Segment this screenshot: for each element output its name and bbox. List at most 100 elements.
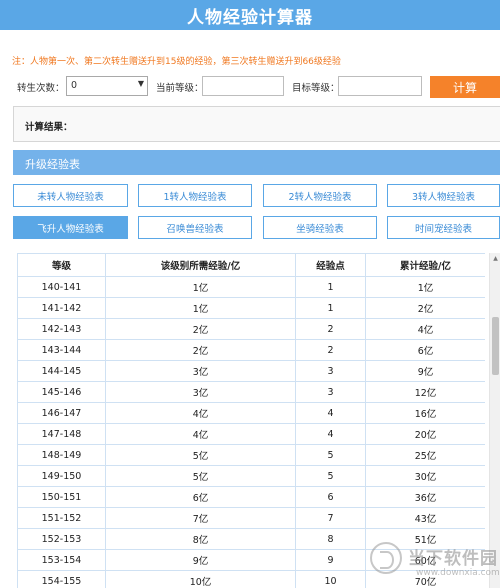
cell-level: 146-147 xyxy=(17,402,106,424)
table-row: 142-143 2亿 2 4亿 xyxy=(17,318,485,340)
tab-unrebirth[interactable]: 未转人物经验表 xyxy=(13,184,128,207)
cell-level: 144-145 xyxy=(17,360,106,382)
tab-rebirth-2[interactable]: 2转人物经验表 xyxy=(263,184,377,207)
cell-exp-points: 9 xyxy=(295,549,366,571)
cell-required-exp: 10亿 xyxy=(105,570,296,588)
cell-exp-points: 3 xyxy=(295,381,366,403)
cell-required-exp: 4亿 xyxy=(105,402,296,424)
cell-exp-points: 10 xyxy=(295,570,366,588)
cell-required-exp: 8亿 xyxy=(105,528,296,550)
cell-level: 142-143 xyxy=(17,318,106,340)
rebirth-select-value: 0 xyxy=(71,80,78,91)
cell-required-exp: 5亿 xyxy=(105,444,296,466)
cell-required-exp: 1亿 xyxy=(105,297,296,319)
cell-cumulative-exp: 1亿 xyxy=(365,276,485,298)
section-header: 升级经验表 xyxy=(13,150,500,175)
target-level-label: 目标等级： xyxy=(292,83,340,94)
cell-level: 152-153 xyxy=(17,528,106,550)
column-header-cumulative-exp: 累计经验/亿 xyxy=(365,253,485,277)
cell-exp-points: 8 xyxy=(295,528,366,550)
target-level-input[interactable] xyxy=(338,76,422,96)
column-header-required-exp: 该级别所需经验/亿 xyxy=(105,253,296,277)
current-level-label: 当前等级： xyxy=(156,83,204,94)
table-header-row: 等级 该级别所需经验/亿 经验点 累计经验/亿 xyxy=(17,253,485,277)
cell-cumulative-exp: 16亿 xyxy=(365,402,485,424)
watermark-url: www.downxia.com xyxy=(416,568,500,578)
cell-exp-points: 4 xyxy=(295,402,366,424)
table-row: 150-151 6亿 6 36亿 xyxy=(17,486,485,508)
column-header-level: 等级 xyxy=(17,253,106,277)
cell-required-exp: 9亿 xyxy=(105,549,296,571)
watermark: 当下软件园 www.downxia.com xyxy=(370,540,500,588)
cell-required-exp: 2亿 xyxy=(105,339,296,361)
scrollbar-thumb[interactable] xyxy=(492,317,499,375)
cell-level: 143-144 xyxy=(17,339,106,361)
experience-table: 等级 该级别所需经验/亿 经验点 累计经验/亿 140-141 1亿 1 1亿 141-… xyxy=(17,253,485,588)
cell-required-exp: 3亿 xyxy=(105,381,296,403)
cell-required-exp: 1亿 xyxy=(105,276,296,298)
table-row: 144-145 3亿 3 9亿 xyxy=(17,360,485,382)
rebirth-select[interactable]: 0 ▼ xyxy=(66,76,148,96)
table-row: 148-149 5亿 5 25亿 xyxy=(17,444,485,466)
cell-level: 147-148 xyxy=(17,423,106,445)
cell-level: 153-154 xyxy=(17,549,106,571)
cell-level: 149-150 xyxy=(17,465,106,487)
tab-summon-beast[interactable]: 召唤兽经验表 xyxy=(138,216,252,239)
cell-required-exp: 7亿 xyxy=(105,507,296,529)
cell-required-exp: 2亿 xyxy=(105,318,296,340)
tab-ascension[interactable]: 飞升人物经验表 xyxy=(13,216,128,239)
cell-level: 154-155 xyxy=(17,570,106,588)
tab-rebirth-3[interactable]: 3转人物经验表 xyxy=(387,184,500,207)
cell-exp-points: 3 xyxy=(295,360,366,382)
rebirth-note: 注：人物第一次、第二次转生赠送升到15级的经验，第三次转生赠送升到66级经验 xyxy=(12,57,341,67)
calc-form: 转生次数： 0 ▼ 当前等级： 目标等级： 计算 xyxy=(0,76,500,98)
tab-mount[interactable]: 坐骑经验表 xyxy=(263,216,377,239)
cell-exp-points: 1 xyxy=(295,276,366,298)
cell-cumulative-exp: 43亿 xyxy=(365,507,485,529)
cell-cumulative-exp: 6亿 xyxy=(365,339,485,361)
cell-level: 140-141 xyxy=(17,276,106,298)
calculate-button[interactable]: 计算 xyxy=(430,76,500,98)
cell-exp-points: 2 xyxy=(295,339,366,361)
tab-time-pet[interactable]: 时间宠经验表 xyxy=(387,216,500,239)
current-level-input[interactable] xyxy=(202,76,284,96)
app-header: 人物经验计算器 xyxy=(0,0,500,30)
cell-exp-points: 5 xyxy=(295,444,366,466)
table-row: 151-152 7亿 7 43亿 xyxy=(17,507,485,529)
table-row: 145-146 3亿 3 12亿 xyxy=(17,381,485,403)
table-row: 141-142 1亿 1 2亿 xyxy=(17,297,485,319)
cell-required-exp: 5亿 xyxy=(105,465,296,487)
cell-level: 150-151 xyxy=(17,486,106,508)
cell-cumulative-exp: 36亿 xyxy=(365,486,485,508)
table-row: 147-148 4亿 4 20亿 xyxy=(17,423,485,445)
cell-level: 151-152 xyxy=(17,507,106,529)
table-row: 149-150 5亿 5 30亿 xyxy=(17,465,485,487)
cell-exp-points: 5 xyxy=(295,465,366,487)
cell-cumulative-exp: 20亿 xyxy=(365,423,485,445)
tab-rebirth-1[interactable]: 1转人物经验表 xyxy=(138,184,252,207)
cell-level: 148-149 xyxy=(17,444,106,466)
dropdown-arrow-icon: ▼ xyxy=(137,79,144,88)
table-scrollbar[interactable]: ▲ xyxy=(489,253,500,588)
cell-exp-points: 6 xyxy=(295,486,366,508)
watermark-logo-icon xyxy=(370,542,402,574)
cell-cumulative-exp: 2亿 xyxy=(365,297,485,319)
cell-cumulative-exp: 25亿 xyxy=(365,444,485,466)
cell-exp-points: 4 xyxy=(295,423,366,445)
cell-level: 141-142 xyxy=(17,297,106,319)
cell-exp-points: 1 xyxy=(295,297,366,319)
page-title: 人物经验计算器 xyxy=(187,7,313,28)
cell-cumulative-exp: 9亿 xyxy=(365,360,485,382)
cell-cumulative-exp: 4亿 xyxy=(365,318,485,340)
cell-cumulative-exp: 12亿 xyxy=(365,381,485,403)
cell-exp-points: 2 xyxy=(295,318,366,340)
cell-level: 145-146 xyxy=(17,381,106,403)
column-header-exp-points: 经验点 xyxy=(295,253,366,277)
cell-exp-points: 7 xyxy=(295,507,366,529)
cell-required-exp: 6亿 xyxy=(105,486,296,508)
result-label: 计算结果： xyxy=(25,122,73,133)
table-row: 143-144 2亿 2 6亿 xyxy=(17,339,485,361)
table-row: 140-141 1亿 1 1亿 xyxy=(17,276,485,298)
watermark-brand: 当下软件园 xyxy=(408,549,498,569)
scroll-up-icon[interactable]: ▲ xyxy=(490,253,500,265)
